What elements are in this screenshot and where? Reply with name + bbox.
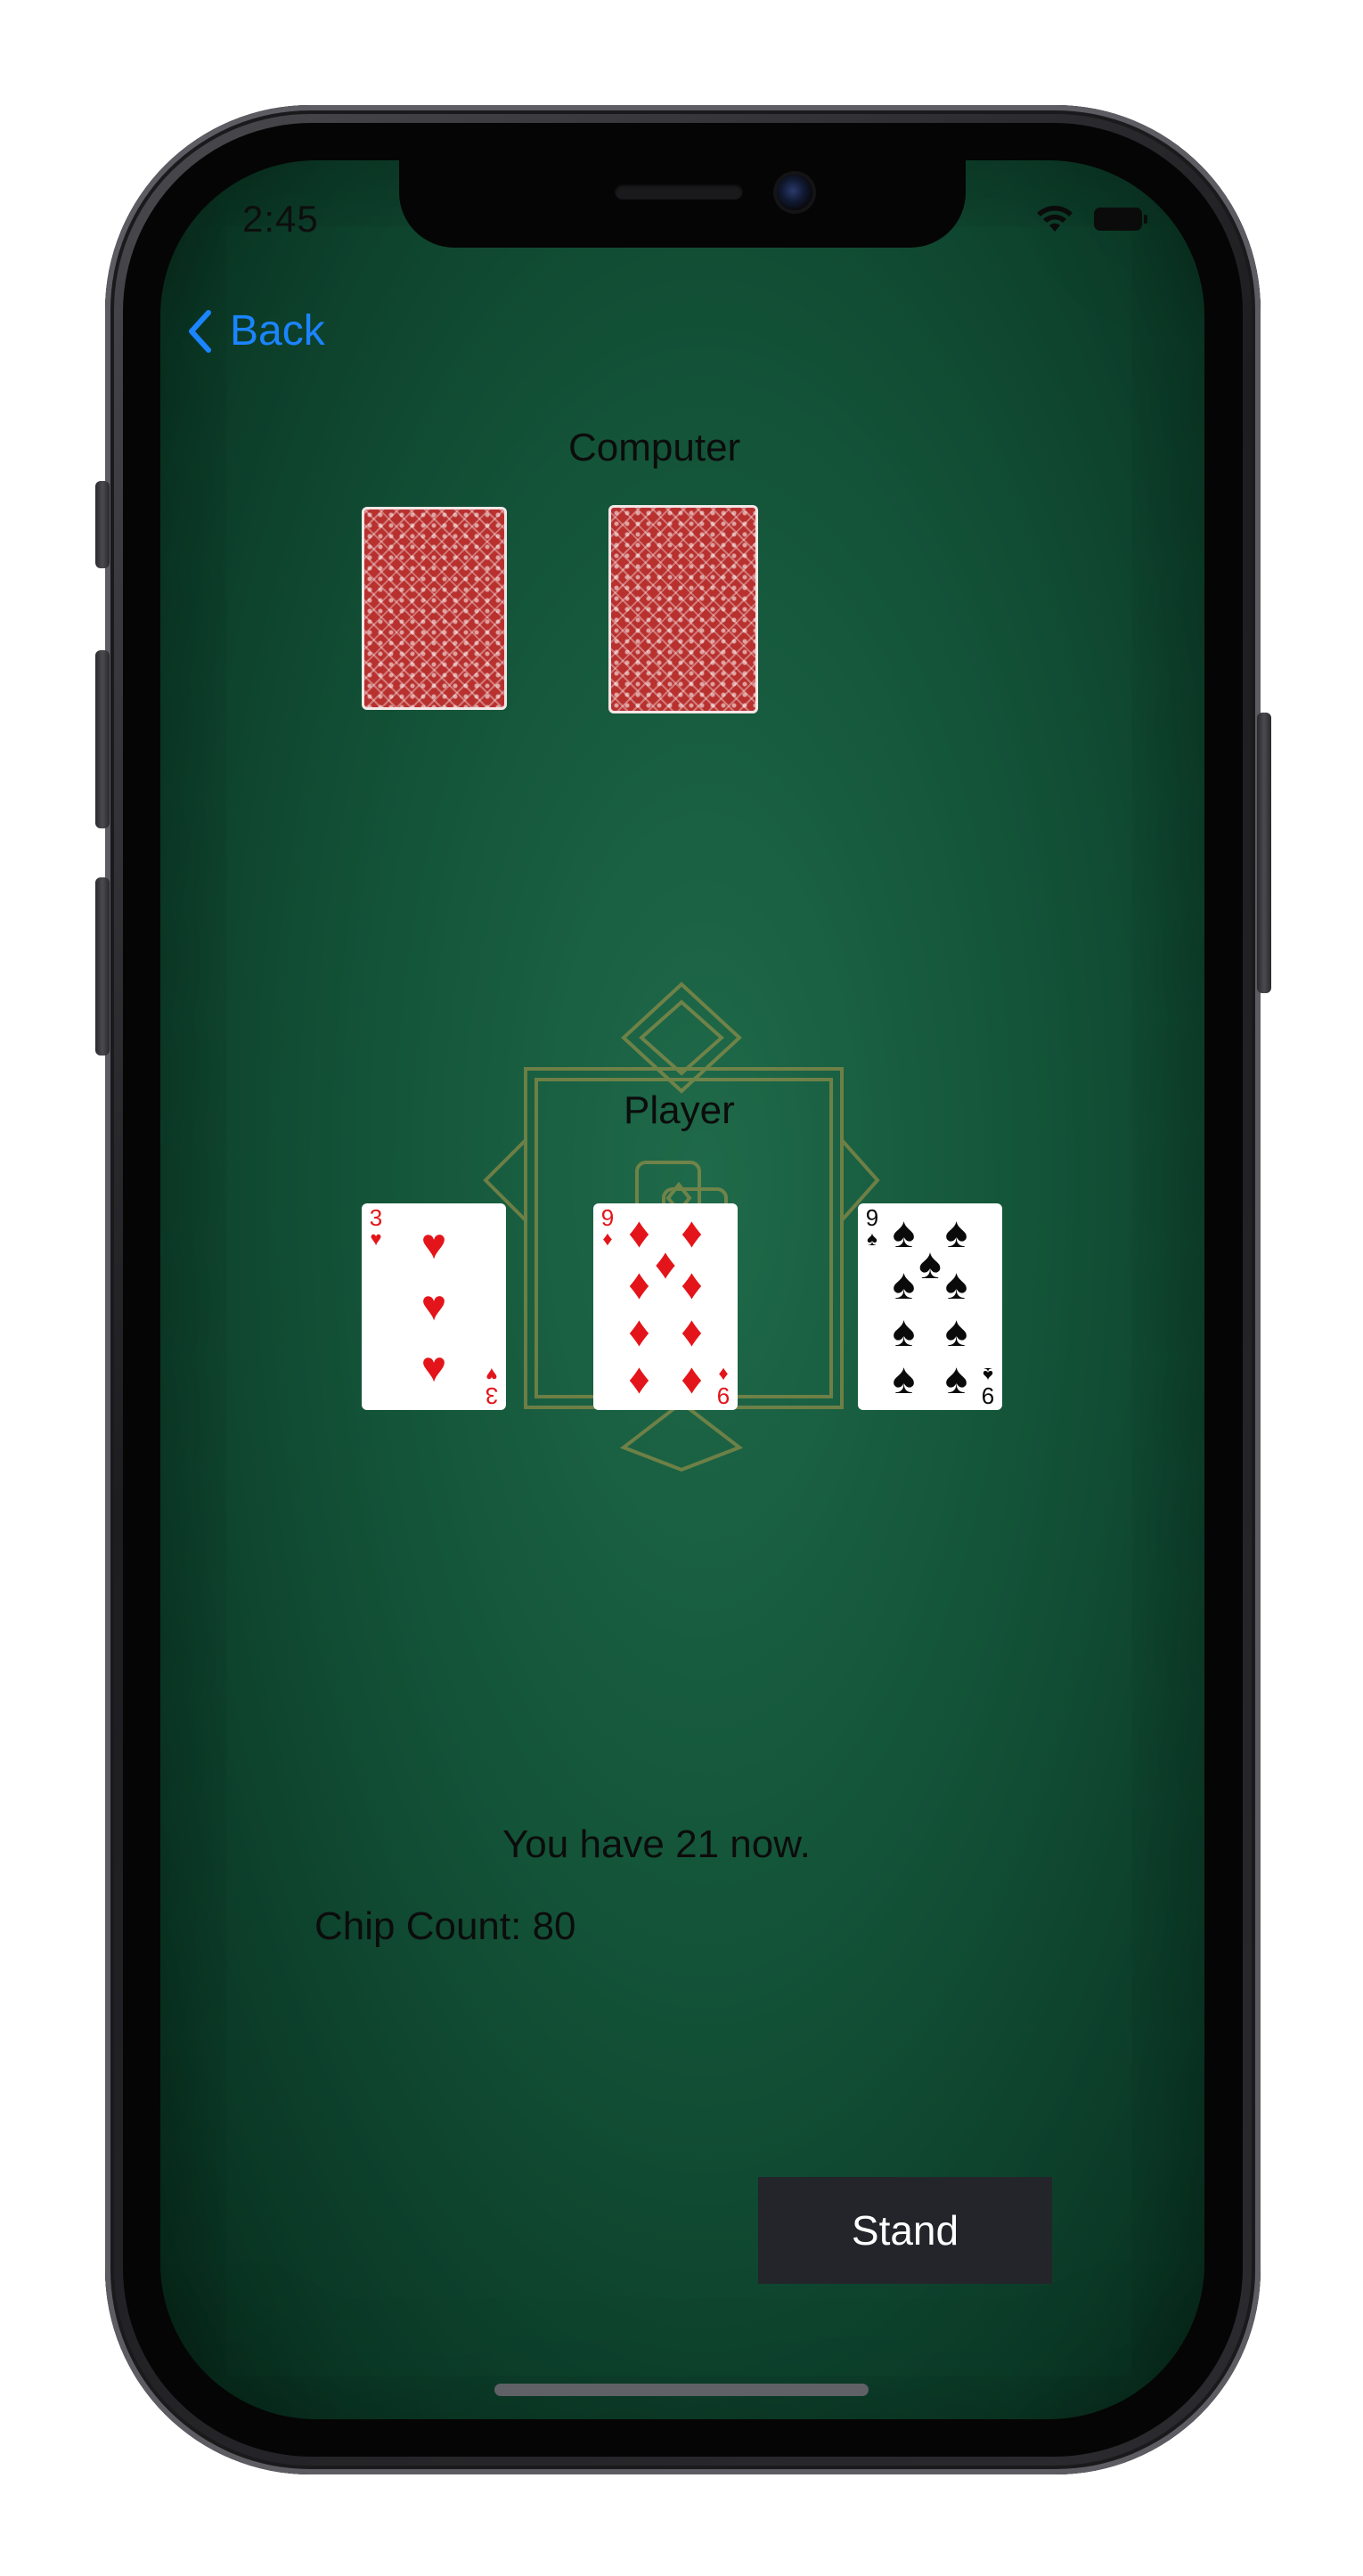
power-button — [1257, 713, 1271, 993]
back-label: Back — [230, 307, 325, 355]
card-rank: 9 — [981, 1382, 995, 1409]
diamond-pip-icon: ♦ — [628, 1355, 650, 1403]
spade-pip-icon: ♠ — [892, 1308, 916, 1356]
player-card-2: 9 ♦ ♦ ♦ ♦ ♦ ♦ ♦ ♦ ♦ ♦ 9 ♦ — [593, 1203, 738, 1410]
computer-label: Computer — [568, 426, 741, 469]
card-corner-bottom: 9 ♠ — [977, 1364, 999, 1409]
computer-card-1 — [362, 507, 507, 710]
card-pips: ♥ ♥ ♥ — [381, 1216, 486, 1398]
spade-pip-icon: ♠ — [944, 1355, 968, 1403]
card-suit-icon: ♦ — [718, 1364, 729, 1386]
chip-count: Chip Count: 80 — [314, 1904, 576, 1948]
spade-pip-icon: ♠ — [892, 1355, 916, 1403]
chevron-left-icon — [189, 309, 211, 353]
diamond-pip-icon: ♦ — [628, 1260, 650, 1308]
card-suit-icon: ♥ — [486, 1364, 498, 1386]
home-indicator[interactable] — [494, 2384, 869, 2396]
volume-up-button — [95, 650, 110, 828]
wifi-icon — [1037, 206, 1073, 232]
spade-pip-icon: ♠ — [944, 1308, 968, 1356]
earpiece-speaker — [615, 183, 743, 200]
card-suit-icon: ♠ — [983, 1364, 993, 1386]
notch — [399, 160, 966, 248]
computer-card-2 — [608, 505, 758, 713]
front-camera-icon — [777, 175, 812, 210]
player-label: Player — [624, 1088, 735, 1132]
card-rank: 9 — [716, 1382, 730, 1409]
diamond-pip-icon: ♦ — [681, 1260, 703, 1308]
diamond-pip-icon: ♦ — [681, 1308, 703, 1356]
silent-switch — [95, 481, 110, 568]
back-button[interactable]: Back — [187, 306, 325, 355]
battery-icon — [1094, 208, 1147, 231]
card-pips: ♠ ♠ ♠ ♠ ♠ ♠ ♠ ♠ ♠ — [877, 1212, 983, 1403]
player-card-3: 9 ♠ ♠ ♠ ♠ ♠ ♠ ♠ ♠ ♠ ♠ 9 ♠ — [858, 1203, 1002, 1410]
diamond-pip-icon: ♦ — [628, 1308, 650, 1356]
diamond-pip-icon: ♦ — [681, 1355, 703, 1403]
stand-button[interactable]: Stand — [758, 2177, 1052, 2284]
spade-pip-icon: ♠ — [892, 1260, 916, 1308]
card-corner-bottom: 3 ♥ — [481, 1364, 502, 1409]
card-pips: ♦ ♦ ♦ ♦ ♦ ♦ ♦ ♦ ♦ — [613, 1212, 718, 1403]
heart-pip-icon: ♥ — [420, 1344, 447, 1392]
hand-total-message: You have 21 now. — [502, 1822, 811, 1866]
player-card-1: 3 ♥ ♥ ♥ ♥ 3 ♥ — [362, 1203, 506, 1410]
card-rank: 3 — [485, 1382, 499, 1409]
spade-pip-icon: ♠ — [944, 1260, 968, 1308]
volume-down-button — [95, 877, 110, 1056]
heart-pip-icon: ♥ — [420, 1283, 447, 1330]
heart-pip-icon: ♥ — [420, 1220, 447, 1268]
card-corner-bottom: 9 ♦ — [713, 1364, 734, 1409]
status-time: 2:45 — [242, 198, 319, 240]
